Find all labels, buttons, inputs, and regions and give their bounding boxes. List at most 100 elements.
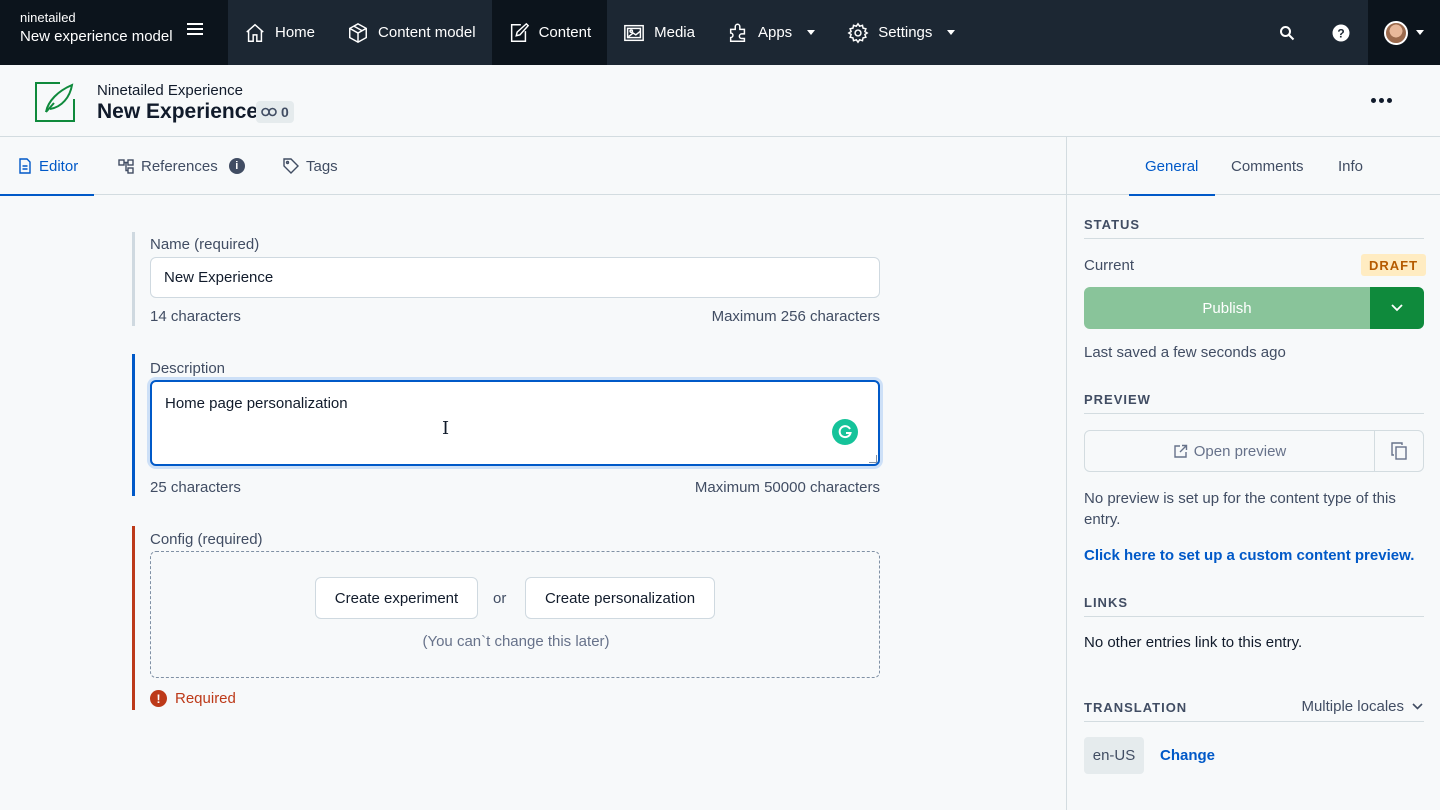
nav-settings[interactable]: Settings xyxy=(831,0,971,65)
home-icon xyxy=(246,23,264,42)
locales-dropdown[interactable]: Multiple locales xyxy=(1301,698,1423,715)
nav-content-model[interactable]: Content model xyxy=(331,0,492,65)
text-cursor-icon: I xyxy=(442,418,450,439)
content-icon xyxy=(510,22,529,42)
space-name: New experience model xyxy=(20,28,173,45)
locale-tag: en-US xyxy=(1084,737,1144,774)
error-icon: ! xyxy=(150,690,167,707)
space-switcher[interactable]: ninetailed New experience model xyxy=(0,0,228,65)
nav-settings-label: Settings xyxy=(878,24,933,41)
description-textarea-value: Home page personalization xyxy=(165,395,348,412)
setup-preview-link[interactable]: Click here to set up a custom content pr… xyxy=(1084,547,1414,564)
account-menu[interactable] xyxy=(1368,0,1440,65)
hamburger-icon[interactable] xyxy=(186,20,204,38)
more-dot-icon xyxy=(1378,97,1384,103)
help-button[interactable]: ? xyxy=(1314,0,1368,65)
publish-options-button[interactable] xyxy=(1370,287,1424,329)
nav-media[interactable]: Media xyxy=(607,0,711,65)
description-char-max: Maximum 50000 characters xyxy=(694,479,880,496)
open-preview-button[interactable]: Open preview xyxy=(1084,430,1375,472)
caret-down-icon xyxy=(947,30,956,35)
name-input[interactable]: New Experience xyxy=(150,257,880,298)
description-textarea[interactable]: Home page personalization xyxy=(150,380,880,466)
document-icon xyxy=(19,158,31,174)
references-count: 0 xyxy=(281,104,289,120)
chevron-down-icon xyxy=(1391,304,1403,312)
tab-references[interactable]: References i xyxy=(118,137,245,195)
nav-content-model-label: Content model xyxy=(378,24,476,41)
create-personalization-button[interactable]: Create personalization xyxy=(525,577,715,619)
grammarly-icon[interactable] xyxy=(832,419,858,445)
tab-comments[interactable]: Comments xyxy=(1231,137,1304,195)
tab-tags[interactable]: Tags xyxy=(283,137,338,195)
links-message: No other entries link to this entry. xyxy=(1084,634,1303,651)
more-dot-icon xyxy=(1370,97,1376,103)
last-saved-text: Last saved a few seconds ago xyxy=(1084,344,1286,361)
chevron-down-icon xyxy=(1412,703,1423,710)
nav-apps[interactable]: Apps xyxy=(711,0,831,65)
copy-preview-button[interactable] xyxy=(1374,430,1424,472)
nav-media-label: Media xyxy=(654,24,695,41)
nav-apps-label: Apps xyxy=(757,24,793,41)
nav-content-label: Content xyxy=(538,24,592,41)
editor-tabs: Editor References i Tags xyxy=(0,137,1066,196)
search-button[interactable] xyxy=(1260,0,1314,65)
content-model-icon xyxy=(349,22,367,43)
tab-references-label: References xyxy=(141,157,218,175)
apps-icon xyxy=(729,23,746,42)
publish-button[interactable]: Publish xyxy=(1084,287,1370,329)
nav-content[interactable]: Content xyxy=(491,0,608,65)
caret-down-icon xyxy=(1416,30,1424,35)
description-char-count: 25 characters xyxy=(150,479,241,496)
field-status-bar xyxy=(132,354,135,496)
search-icon xyxy=(1280,25,1295,40)
org-name: ninetailed xyxy=(20,10,76,25)
help-icon: ? xyxy=(1332,24,1350,41)
caret-down-icon xyxy=(807,30,816,35)
field-status-bar xyxy=(132,232,135,326)
status-badge: DRAFT xyxy=(1361,254,1427,276)
tab-editor[interactable]: Editor xyxy=(0,137,95,196)
settings-icon xyxy=(847,22,869,43)
links-heading: LINKS xyxy=(1084,595,1424,617)
name-input-value: New Experience xyxy=(164,269,274,286)
more-options-button[interactable] xyxy=(1366,90,1396,110)
change-locale-link[interactable]: Change xyxy=(1160,747,1215,764)
name-char-count: 14 characters xyxy=(150,308,241,325)
link-icon xyxy=(261,107,277,117)
avatar xyxy=(1384,20,1408,45)
entry-feather-icon xyxy=(35,82,75,122)
description-field: Description Home page personalization I … xyxy=(132,354,882,496)
sidebar-tabs: General Comments Info xyxy=(1067,137,1440,196)
config-field: Config (required) Create experiment or C… xyxy=(132,526,882,710)
required-error-text: Required xyxy=(175,690,236,707)
content-type-name: Ninetailed Experience xyxy=(97,82,243,99)
top-navigation: ninetailed New experience model Home Con… xyxy=(0,0,1440,65)
tag-icon xyxy=(283,158,299,174)
tab-general[interactable]: General xyxy=(1128,137,1216,196)
tab-editor-label: Editor xyxy=(39,157,79,175)
references-badge[interactable]: 0 xyxy=(256,101,294,123)
create-experiment-button[interactable]: Create experiment xyxy=(315,577,478,619)
svg-text:?: ? xyxy=(1337,26,1344,40)
name-field: Name (required) New Experience 14 charac… xyxy=(132,232,882,326)
preview-message-line2: entry. xyxy=(1084,511,1121,528)
tab-info[interactable]: Info xyxy=(1338,137,1363,195)
locales-dropdown-label: Multiple locales xyxy=(1301,698,1404,715)
field-status-bar xyxy=(132,526,135,710)
preview-message-line1: No preview is set up for the content typ… xyxy=(1084,490,1396,507)
copy-icon xyxy=(1391,442,1407,460)
info-icon[interactable]: i xyxy=(228,158,245,174)
nav-home[interactable]: Home xyxy=(228,0,331,65)
or-separator: or xyxy=(493,590,507,607)
status-heading: STATUS xyxy=(1084,217,1424,239)
resize-handle-icon[interactable] xyxy=(869,455,877,463)
name-char-max: Maximum 256 characters xyxy=(711,308,880,325)
entry-header: Ninetailed Experience New Experience 0 xyxy=(0,65,1440,137)
current-status-label: Current xyxy=(1084,257,1135,274)
references-icon xyxy=(118,159,134,174)
config-note: (You can`t change this later) xyxy=(422,633,610,650)
entry-sidebar: General Comments Info STATUS Current DRA… xyxy=(1066,137,1440,810)
external-link-icon xyxy=(1174,444,1187,458)
required-error: ! Required xyxy=(150,690,236,707)
